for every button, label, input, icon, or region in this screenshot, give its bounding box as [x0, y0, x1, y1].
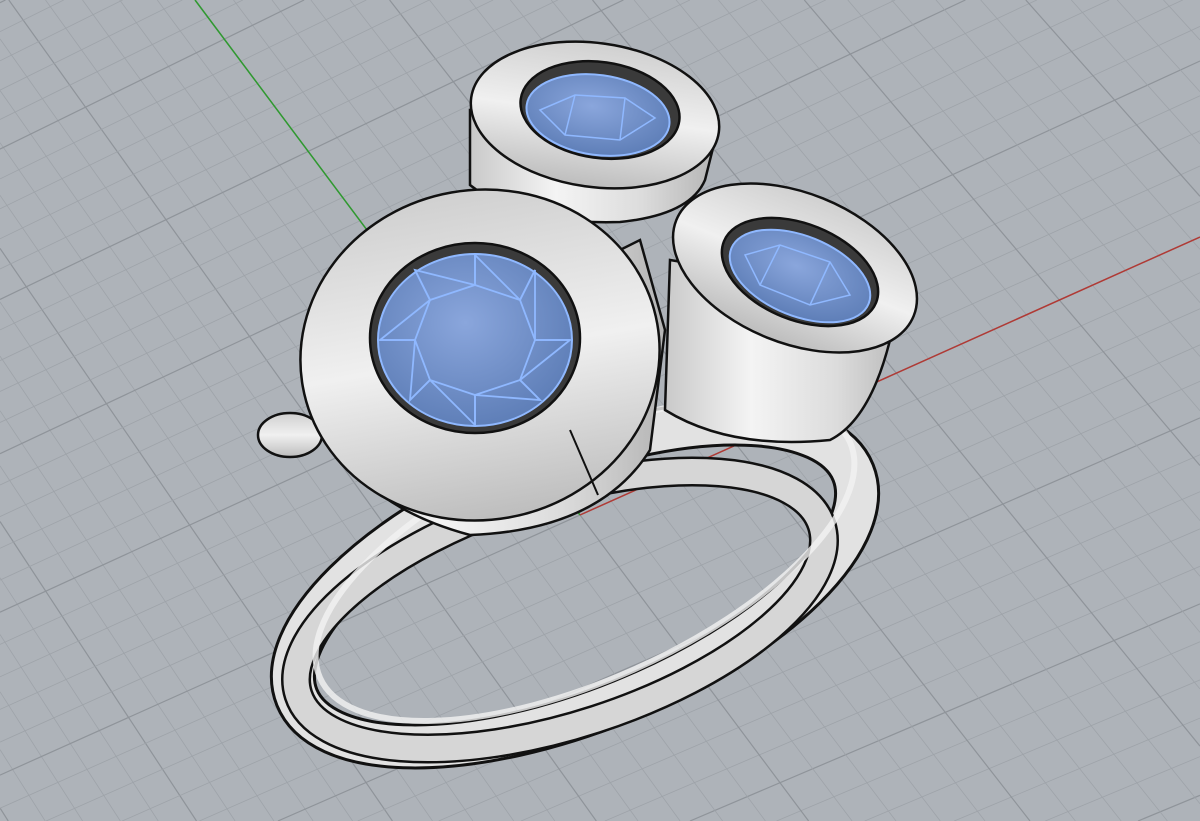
- grid-line: [0, 0, 305, 150]
- grid-line: [1137, 794, 1200, 821]
- grid-line: [864, 679, 1200, 821]
- grid-line: [0, 0, 367, 180]
- grid-line: [0, 0, 183, 91]
- grid-line: [0, 577, 159, 821]
- grid-line: [0, 0, 430, 210]
- grid-line: [0, 749, 46, 821]
- grid-line: [847, 0, 1200, 411]
- grid-line: [0, 0, 64, 33]
- grid-line: [1025, 0, 1200, 197]
- grid-line: [0, 301, 353, 821]
- grid-line: [980, 0, 1200, 250]
- grid-line: [0, 634, 121, 821]
- grid-line: [1116, 0, 1200, 92]
- grid-line: [954, 717, 1200, 821]
- grid-line: [1163, 0, 1200, 41]
- viewport-canvas[interactable]: [0, 0, 1200, 821]
- ring-model[interactable]: [250, 26, 942, 813]
- grid-line: [0, 465, 236, 821]
- 3d-viewport[interactable]: [0, 0, 1200, 821]
- grid-line: [0, 0, 243, 120]
- grid-line: [1045, 756, 1200, 821]
- grid-line: [891, 0, 1200, 357]
- grid-line: [0, 0, 6, 4]
- grid-line: [0, 807, 9, 821]
